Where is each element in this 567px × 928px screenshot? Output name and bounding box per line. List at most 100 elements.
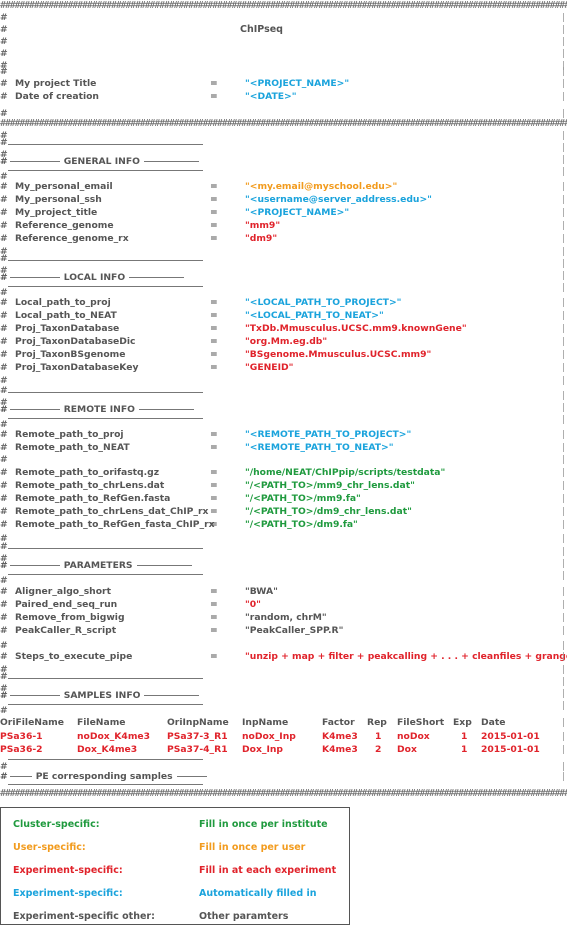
right-border: | <box>562 533 566 544</box>
remote_paths-key: Remote_path_to_RefGen_fasta_ChIP_rx <box>15 519 215 530</box>
right-border: | <box>562 519 566 530</box>
comment-hash: # <box>0 336 8 347</box>
sample-cell: PSa37-4_R1 <box>167 744 228 755</box>
equals-sign: = <box>210 220 218 231</box>
general_info-value: "mm9" <box>245 220 281 231</box>
local_info-key: Proj_TaxonDatabaseDic <box>15 336 136 347</box>
right-border: | <box>562 640 566 651</box>
comment-hash: # <box>0 194 8 205</box>
comment-hash: # <box>0 156 8 167</box>
right-border: | <box>562 493 566 504</box>
local_info-key: Proj_TaxonDatabase <box>15 323 120 334</box>
right-border: | <box>562 744 566 755</box>
parameters-key: Remove_from_bigwig <box>15 612 125 623</box>
right-border: | <box>562 599 566 610</box>
section-dash <box>129 277 185 278</box>
legend-description: Fill in once per user <box>199 842 306 853</box>
equals-sign: = <box>210 429 218 440</box>
equals-sign: = <box>210 194 218 205</box>
comment-hash: # <box>0 233 8 244</box>
comment-hash: # <box>0 12 8 23</box>
parameters-value: "BWA" <box>245 586 278 597</box>
remote_paths-value: "/<PATH_TO>/mm9_chr_lens.dat" <box>245 480 415 491</box>
right-border: | <box>562 429 566 440</box>
section-title: GENERAL INFO <box>63 156 140 167</box>
comment-hash: # <box>0 467 8 478</box>
sample-cell: noDox_K4me3 <box>77 731 151 742</box>
equals-sign: = <box>210 91 218 102</box>
section-header: # REMOTE INFO <box>0 404 194 415</box>
right-border: | <box>562 467 566 478</box>
section-dash <box>9 409 60 410</box>
section-title: SAMPLES INFO <box>63 690 141 701</box>
section-rule-top <box>8 392 203 393</box>
right-border: | <box>562 91 566 102</box>
local_info-value: "GENEID" <box>245 362 294 373</box>
parameters-key: Aligner_algo_short <box>15 586 111 597</box>
comment-hash: # <box>0 599 8 610</box>
comment-hash: # <box>0 480 8 491</box>
local_info-value: "org.Mm.eg.db" <box>245 336 328 347</box>
comment-hash: # <box>0 541 8 552</box>
right-border: | <box>562 233 566 244</box>
header_lines-value: "<PROJECT_NAME>" <box>245 78 350 89</box>
general_info-value: "dm9" <box>245 233 278 244</box>
equals-sign: = <box>210 480 218 491</box>
right-border: | <box>562 480 566 491</box>
comment-hash: # <box>0 78 8 89</box>
section-header: # SAMPLES INFO <box>0 690 200 701</box>
legend-description: Fill in once per institute <box>199 819 328 830</box>
equals-sign: = <box>210 651 218 662</box>
general_info-key: Reference_genome <box>15 220 114 231</box>
comment-hash: # <box>0 385 8 396</box>
sample-cell: noDox <box>397 731 430 742</box>
sample-header: Factor <box>322 717 355 728</box>
remote_paths-key: Remote_path_to_RefGen.fasta <box>15 493 171 504</box>
section-header: # PARAMETERS <box>0 560 192 571</box>
right-border: | <box>562 310 566 321</box>
right-border: | <box>562 78 566 89</box>
right-border: | <box>562 700 566 711</box>
section-title: LOCAL INFO <box>63 272 126 283</box>
equals-sign: = <box>210 78 218 89</box>
equals-sign: = <box>210 362 218 373</box>
right-border: | <box>562 676 566 687</box>
section-rule-top <box>8 260 203 261</box>
sample-cell: PSa36-2 <box>0 744 43 755</box>
right-border: | <box>562 570 566 581</box>
equals-sign: = <box>210 181 218 192</box>
sample-header: Rep <box>367 717 387 728</box>
comment-hash: # <box>0 640 8 651</box>
legend-label: Experiment-specific: <box>13 865 123 876</box>
sample-header: FileShort <box>397 717 445 728</box>
equals-sign: = <box>210 207 218 218</box>
equals-sign: = <box>210 349 218 360</box>
equals-sign: = <box>210 599 218 610</box>
right-border: | <box>562 349 566 360</box>
section-rule-bottom <box>8 704 203 705</box>
right-border: | <box>562 771 566 782</box>
section-rule-top <box>8 678 203 679</box>
section-title: PARAMETERS <box>63 560 133 571</box>
sample-cell: Dox_K4me3 <box>77 744 138 755</box>
comment-hash: # <box>0 404 8 415</box>
comment-hash: # <box>0 36 8 47</box>
section-rule-bottom <box>8 784 203 785</box>
parameters-value: "PeakCaller_SPP.R" <box>245 625 344 636</box>
right-border: | <box>562 207 566 218</box>
remote_paths-value: "/<PATH_TO>/mm9.fa" <box>245 493 361 504</box>
section-rule-bottom <box>8 574 203 575</box>
comment-hash: # <box>0 220 8 231</box>
section-rule-bottom <box>8 286 203 287</box>
parameters-key: Paired_end_seq_run <box>15 599 118 610</box>
legend-label: Cluster-specific: <box>13 819 100 830</box>
right-border: | <box>562 246 566 257</box>
comment-hash: # <box>0 519 8 530</box>
section-rule-bottom <box>8 418 203 419</box>
legend-description: Automatically filled in <box>199 888 317 899</box>
legend-label: Experiment-specific: <box>13 888 123 899</box>
section-dash <box>143 161 199 162</box>
equals-sign: = <box>210 625 218 636</box>
equals-sign: = <box>210 612 218 623</box>
comment-hash: # <box>0 323 8 334</box>
